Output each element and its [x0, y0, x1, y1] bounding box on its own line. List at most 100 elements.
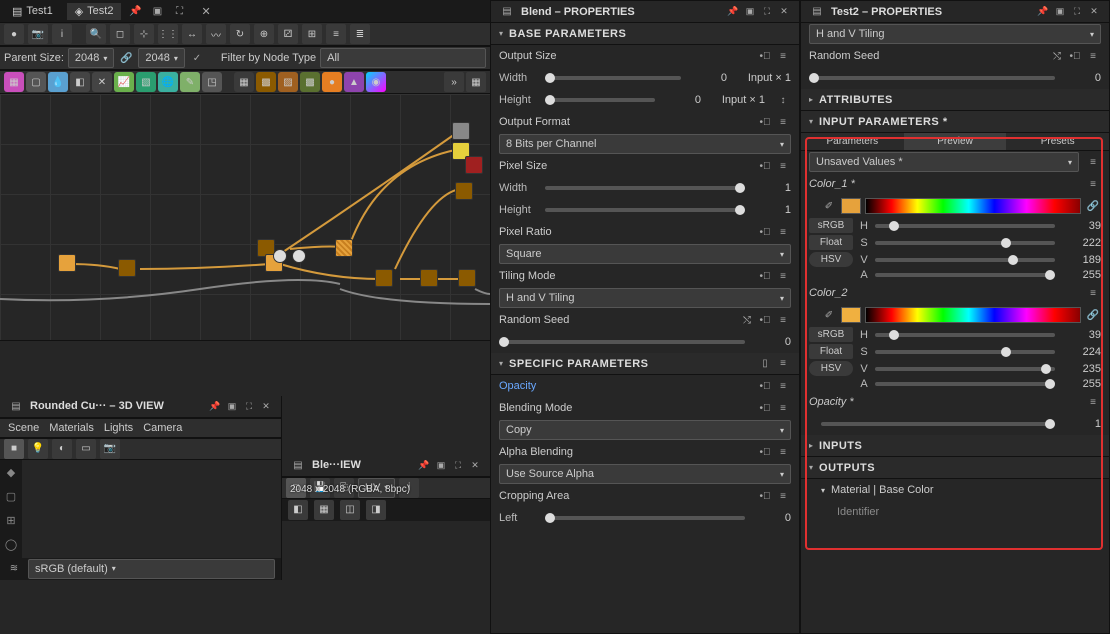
c1-h-slider[interactable]: [875, 224, 1055, 228]
tree-icon[interactable]: ⊹: [134, 24, 154, 44]
pin-icon[interactable]: 📌: [417, 458, 431, 472]
tog2-icon[interactable]: ◫: [340, 500, 360, 520]
max-icon[interactable]: ⛶: [451, 458, 465, 472]
section-specific-params[interactable]: ▾ SPECIFIC PARAMETERS ▯≡: [491, 353, 799, 375]
output-item[interactable]: Material | Base Color: [831, 484, 1101, 496]
c1-a-slider[interactable]: [875, 273, 1055, 277]
menu-icon[interactable]: ≡: [775, 444, 791, 460]
grid-icon-3[interactable]: ▨: [278, 72, 298, 92]
target-icon[interactable]: •⃝: [757, 158, 773, 174]
tiling-mode-select[interactable]: H and V Tiling: [499, 288, 791, 308]
strip-box-icon[interactable]: ▢: [2, 488, 20, 506]
section-inputs[interactable]: ▸INPUTS: [801, 435, 1109, 457]
dup-icon[interactable]: ▣: [434, 458, 448, 472]
target-icon[interactable]: •⃝: [757, 312, 773, 328]
menu-icon[interactable]: ≡: [1085, 394, 1101, 410]
c2-a-slider[interactable]: [875, 382, 1055, 386]
link2-icon[interactable]: ↕: [775, 92, 791, 108]
menu-camera[interactable]: Camera: [143, 422, 182, 434]
layers-icon[interactable]: ≋: [6, 561, 22, 577]
add-icon[interactable]: ⊕: [254, 24, 274, 44]
color1-swatch[interactable]: [841, 198, 861, 214]
grid-icon-7[interactable]: ◉: [366, 72, 386, 92]
graph-node[interactable]: [465, 156, 483, 174]
apply-icon[interactable]: ✓: [189, 50, 205, 66]
sliders-icon[interactable]: ≡: [326, 24, 346, 44]
float-button[interactable]: Float: [809, 344, 853, 359]
arrow-icon[interactable]: ↔: [182, 24, 202, 44]
float-button[interactable]: Float: [809, 235, 853, 250]
menu-icon[interactable]: ≡: [775, 48, 791, 64]
seed-slider[interactable]: [809, 76, 1055, 80]
node-graph[interactable]: [0, 94, 490, 340]
blending-mode-select[interactable]: Copy: [499, 420, 791, 440]
srgb-button[interactable]: sRGB: [809, 218, 853, 233]
pin-icon[interactable]: 📌: [127, 3, 143, 19]
target-icon[interactable]: •⃝: [757, 378, 773, 394]
grid-icon-4[interactable]: ▩: [300, 72, 320, 92]
tiling-select[interactable]: H and V Tiling: [809, 24, 1101, 44]
grid-icon-1[interactable]: ▦: [234, 72, 254, 92]
light-icon[interactable]: 💡: [28, 439, 48, 459]
close-icon[interactable]: ✕: [1087, 5, 1101, 19]
target-icon[interactable]: •⃝: [1067, 48, 1083, 64]
parent-size-1[interactable]: 2048: [68, 48, 115, 68]
px-height-slider[interactable]: [545, 208, 745, 212]
dup-icon[interactable]: ▣: [149, 3, 165, 19]
mat-icon-7[interactable]: ▧: [136, 72, 156, 92]
graph-node[interactable]: [118, 259, 136, 277]
hsv-button[interactable]: HSV: [809, 361, 853, 376]
filter-input[interactable]: [320, 48, 486, 68]
target-icon[interactable]: •⃝: [757, 114, 773, 130]
screenshot-icon[interactable]: 📷: [100, 439, 120, 459]
target-icon[interactable]: •⃝: [757, 444, 773, 460]
layout-icon[interactable]: ▦: [466, 72, 486, 92]
graph-node[interactable]: [458, 269, 476, 287]
dup-icon[interactable]: ▣: [743, 5, 757, 19]
target-icon[interactable]: •⃝: [757, 268, 773, 284]
strip-circle-icon[interactable]: ◯: [2, 536, 20, 554]
parent-size-2[interactable]: 2048: [138, 48, 185, 68]
mat-icon-2[interactable]: ▢: [26, 72, 46, 92]
target-icon[interactable]: •⃝: [757, 48, 773, 64]
info-icon[interactable]: i: [52, 24, 72, 44]
graph-socket[interactable]: [273, 249, 287, 263]
max-icon[interactable]: ⛶: [760, 5, 774, 19]
menu-materials[interactable]: Materials: [49, 422, 94, 434]
strip-arrow-icon[interactable]: ◆: [2, 464, 20, 482]
random-icon[interactable]: ⤭: [739, 312, 755, 328]
opacity-slider[interactable]: [821, 422, 1055, 426]
mat-icon-3[interactable]: 💧: [48, 72, 68, 92]
colorspace-select[interactable]: sRGB (default): [28, 559, 275, 579]
graph-node[interactable]: [455, 182, 473, 200]
target-icon[interactable]: •⃝: [757, 488, 773, 504]
pin-icon[interactable]: 📌: [1036, 5, 1050, 19]
tab-test1[interactable]: ▤Test1: [4, 3, 61, 20]
tab-test2[interactable]: ◈Test2: [67, 3, 122, 20]
menu-icon[interactable]: ≡: [775, 400, 791, 416]
pin-icon[interactable]: 📌: [726, 5, 740, 19]
pin-icon[interactable]: 📌: [208, 399, 222, 413]
more-icon[interactable]: »: [444, 72, 464, 92]
c1-s-slider[interactable]: [875, 241, 1055, 245]
hsv-button[interactable]: HSV: [809, 252, 853, 267]
mat-icon-9[interactable]: ✎: [180, 72, 200, 92]
menu-icon[interactable]: ≡: [775, 158, 791, 174]
eyedropper-icon[interactable]: ✐: [821, 198, 837, 214]
alpha-blending-select[interactable]: Use Source Alpha: [499, 464, 791, 484]
srgb-button[interactable]: sRGB: [809, 327, 853, 342]
menu-icon[interactable]: ≡: [775, 488, 791, 504]
loop-icon[interactable]: ↻: [230, 24, 250, 44]
mat-icon-1[interactable]: ▦: [4, 72, 24, 92]
color2-swatch[interactable]: [841, 307, 861, 323]
mat-icon-6[interactable]: 📈: [114, 72, 134, 92]
section-base-params[interactable]: ▾ BASE PARAMETERS: [491, 23, 799, 45]
ball-icon[interactable]: ●: [4, 24, 24, 44]
graph-socket[interactable]: [292, 249, 306, 263]
dup-icon[interactable]: ▣: [1053, 5, 1067, 19]
mat-icon-10[interactable]: ◳: [202, 72, 222, 92]
target-icon[interactable]: •⃝: [757, 224, 773, 240]
graph-node[interactable]: [375, 269, 393, 287]
vsep-icon[interactable]: ⊞: [302, 24, 322, 44]
menu-icon[interactable]: ≡: [775, 356, 791, 372]
